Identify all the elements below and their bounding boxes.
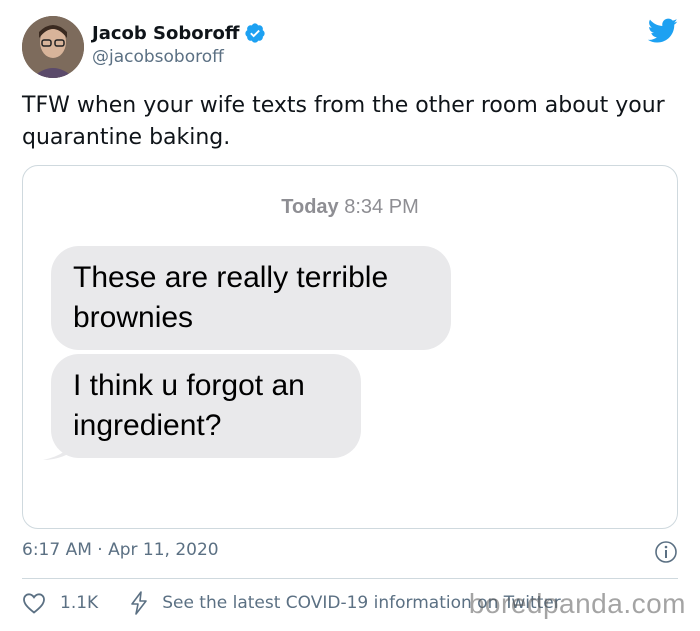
tweet-text: TFW when your wife texts from the other …	[22, 93, 665, 150]
avatar[interactable]	[22, 16, 84, 78]
watermark: boredpanda.com	[468, 588, 686, 619]
bubble-tail-icon	[43, 436, 81, 460]
message-bubble: These are really terrible brownies	[51, 246, 451, 350]
author-display-name[interactable]: Jacob Soboroff	[92, 23, 239, 44]
tweet-timestamp[interactable]: 6:17 AM · Apr 11, 2020	[22, 540, 219, 560]
info-icon[interactable]	[654, 540, 678, 564]
twitter-bird-icon[interactable]	[648, 18, 678, 44]
verified-badge-icon	[245, 23, 266, 43]
sms-day: Today	[281, 196, 339, 218]
like-count[interactable]: 1.1K	[60, 593, 98, 613]
media-screenshot[interactable]: Today 8:34 PM These are really terrible …	[22, 165, 678, 529]
message-bubble: I think u forgot an ingredient?	[51, 354, 361, 458]
heart-icon[interactable]	[22, 592, 46, 614]
author-name-row[interactable]: Jacob Soboroff	[92, 22, 266, 44]
lightning-bolt-icon	[131, 591, 147, 615]
author-handle[interactable]: @jacobsoboroff	[92, 47, 224, 67]
sms-clock: 8:34 PM	[344, 196, 419, 218]
sms-timestamp: Today 8:34 PM	[23, 196, 677, 219]
divider	[22, 578, 678, 579]
